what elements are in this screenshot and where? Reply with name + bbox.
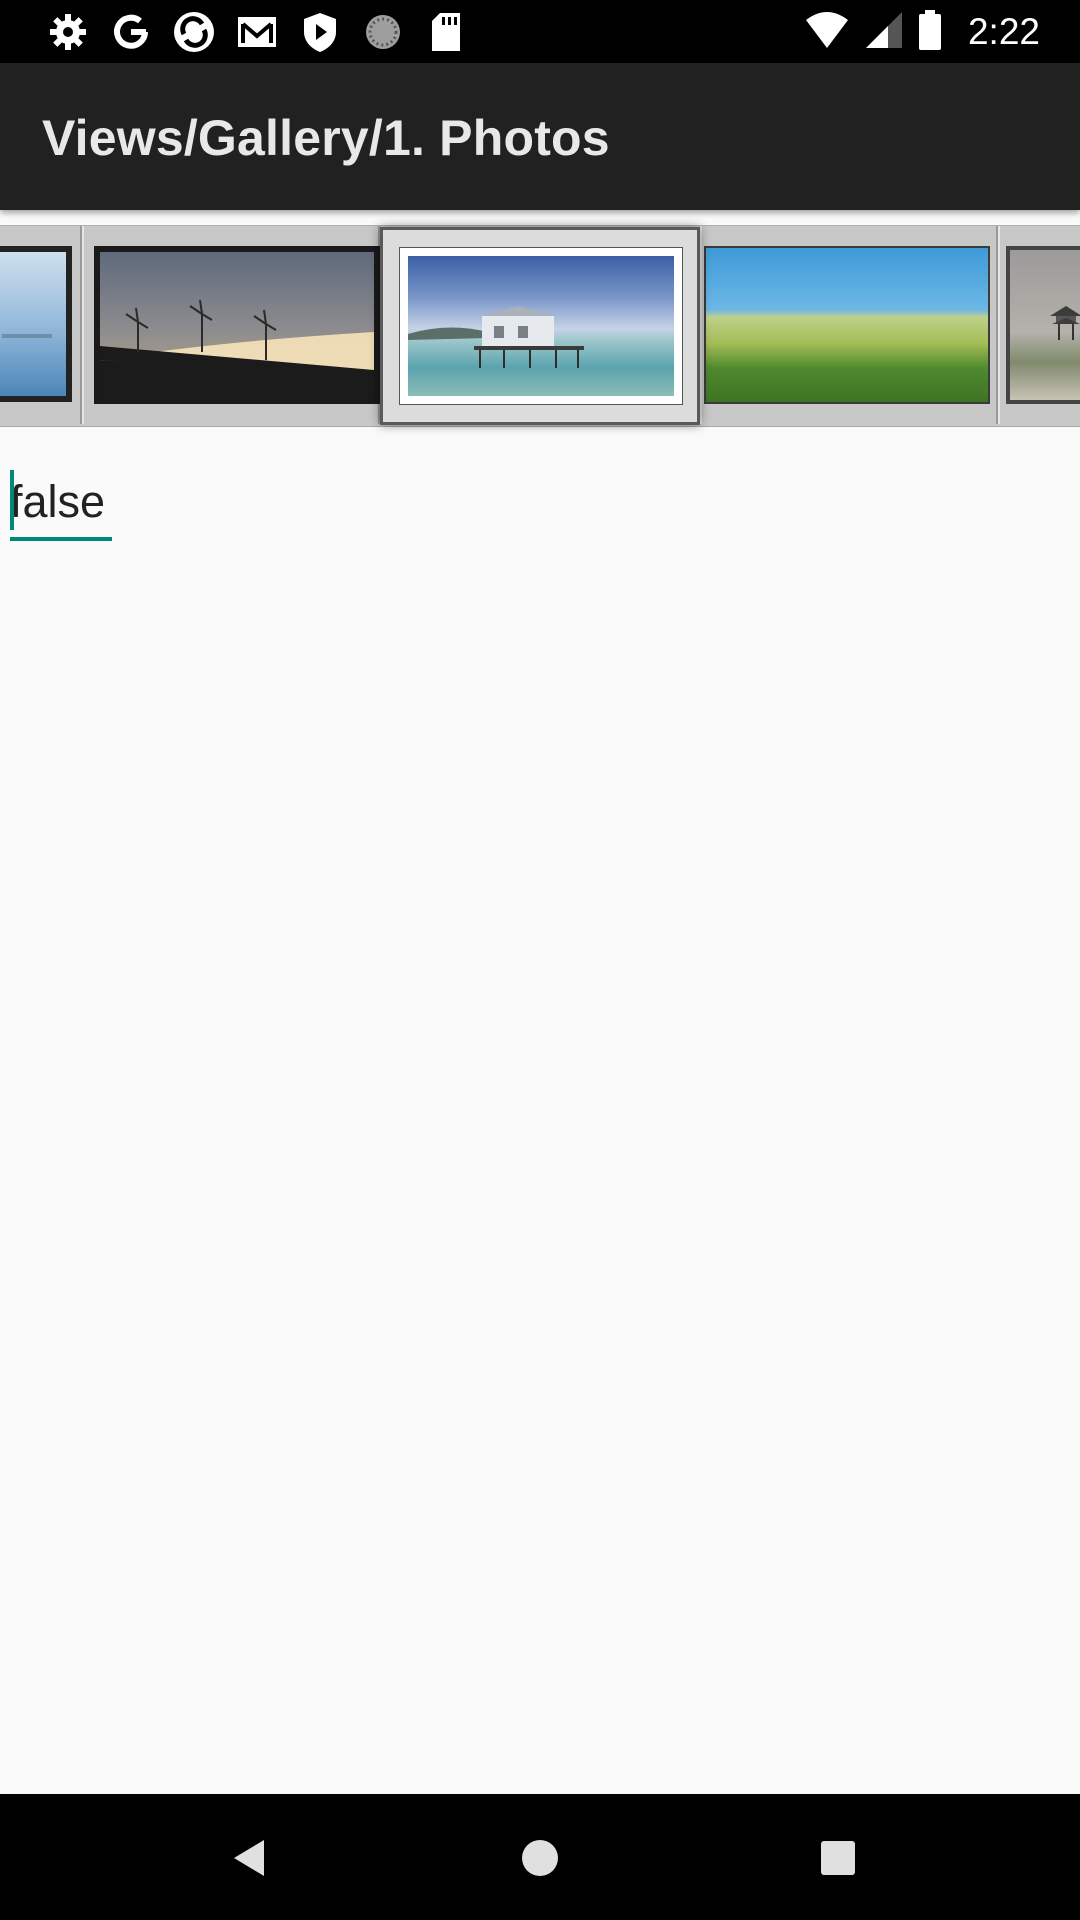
text-field-underline bbox=[10, 537, 112, 541]
app-bar: Views/Gallery/1. Photos bbox=[0, 63, 1080, 210]
gallery-item-sea[interactable] bbox=[0, 226, 82, 424]
gallery-item-green-field[interactable] bbox=[700, 226, 998, 424]
settings-icon bbox=[46, 10, 90, 54]
battery-icon bbox=[918, 9, 942, 56]
navigation-bar bbox=[0, 1794, 1080, 1920]
google-icon bbox=[109, 10, 153, 54]
gmail-icon bbox=[235, 10, 279, 54]
photo-green-field bbox=[704, 246, 990, 404]
gallery-item-wind-turbines[interactable] bbox=[82, 226, 380, 424]
system-icons: 2:22 bbox=[804, 8, 1040, 56]
text-field-value: false bbox=[10, 476, 106, 527]
recents-icon[interactable] bbox=[808, 1828, 868, 1888]
clock: 2:22 bbox=[967, 11, 1040, 52]
photo-pagoda-partial bbox=[1006, 246, 1080, 404]
text-cursor bbox=[10, 470, 14, 530]
home-icon[interactable] bbox=[510, 1828, 570, 1888]
notification-icons bbox=[46, 10, 468, 54]
shield-icon bbox=[298, 10, 342, 54]
photo-wind-turbines bbox=[94, 246, 380, 404]
back-icon[interactable] bbox=[220, 1828, 280, 1888]
photo-sea-partial bbox=[0, 246, 72, 402]
sd-card-icon bbox=[424, 10, 468, 54]
signal-icon bbox=[864, 10, 904, 55]
gallery-item-pagoda[interactable] bbox=[998, 226, 1080, 424]
gallery-item-boathouse-selected[interactable] bbox=[380, 227, 700, 425]
page-title: Views/Gallery/1. Photos bbox=[42, 110, 610, 166]
sync-icon bbox=[172, 10, 216, 54]
loading-icon bbox=[361, 10, 405, 54]
wifi-icon bbox=[804, 10, 850, 55]
photo-boathouse bbox=[399, 247, 683, 405]
status-bar: 2:22 bbox=[0, 0, 1080, 63]
text-field[interactable]: false bbox=[10, 470, 112, 541]
